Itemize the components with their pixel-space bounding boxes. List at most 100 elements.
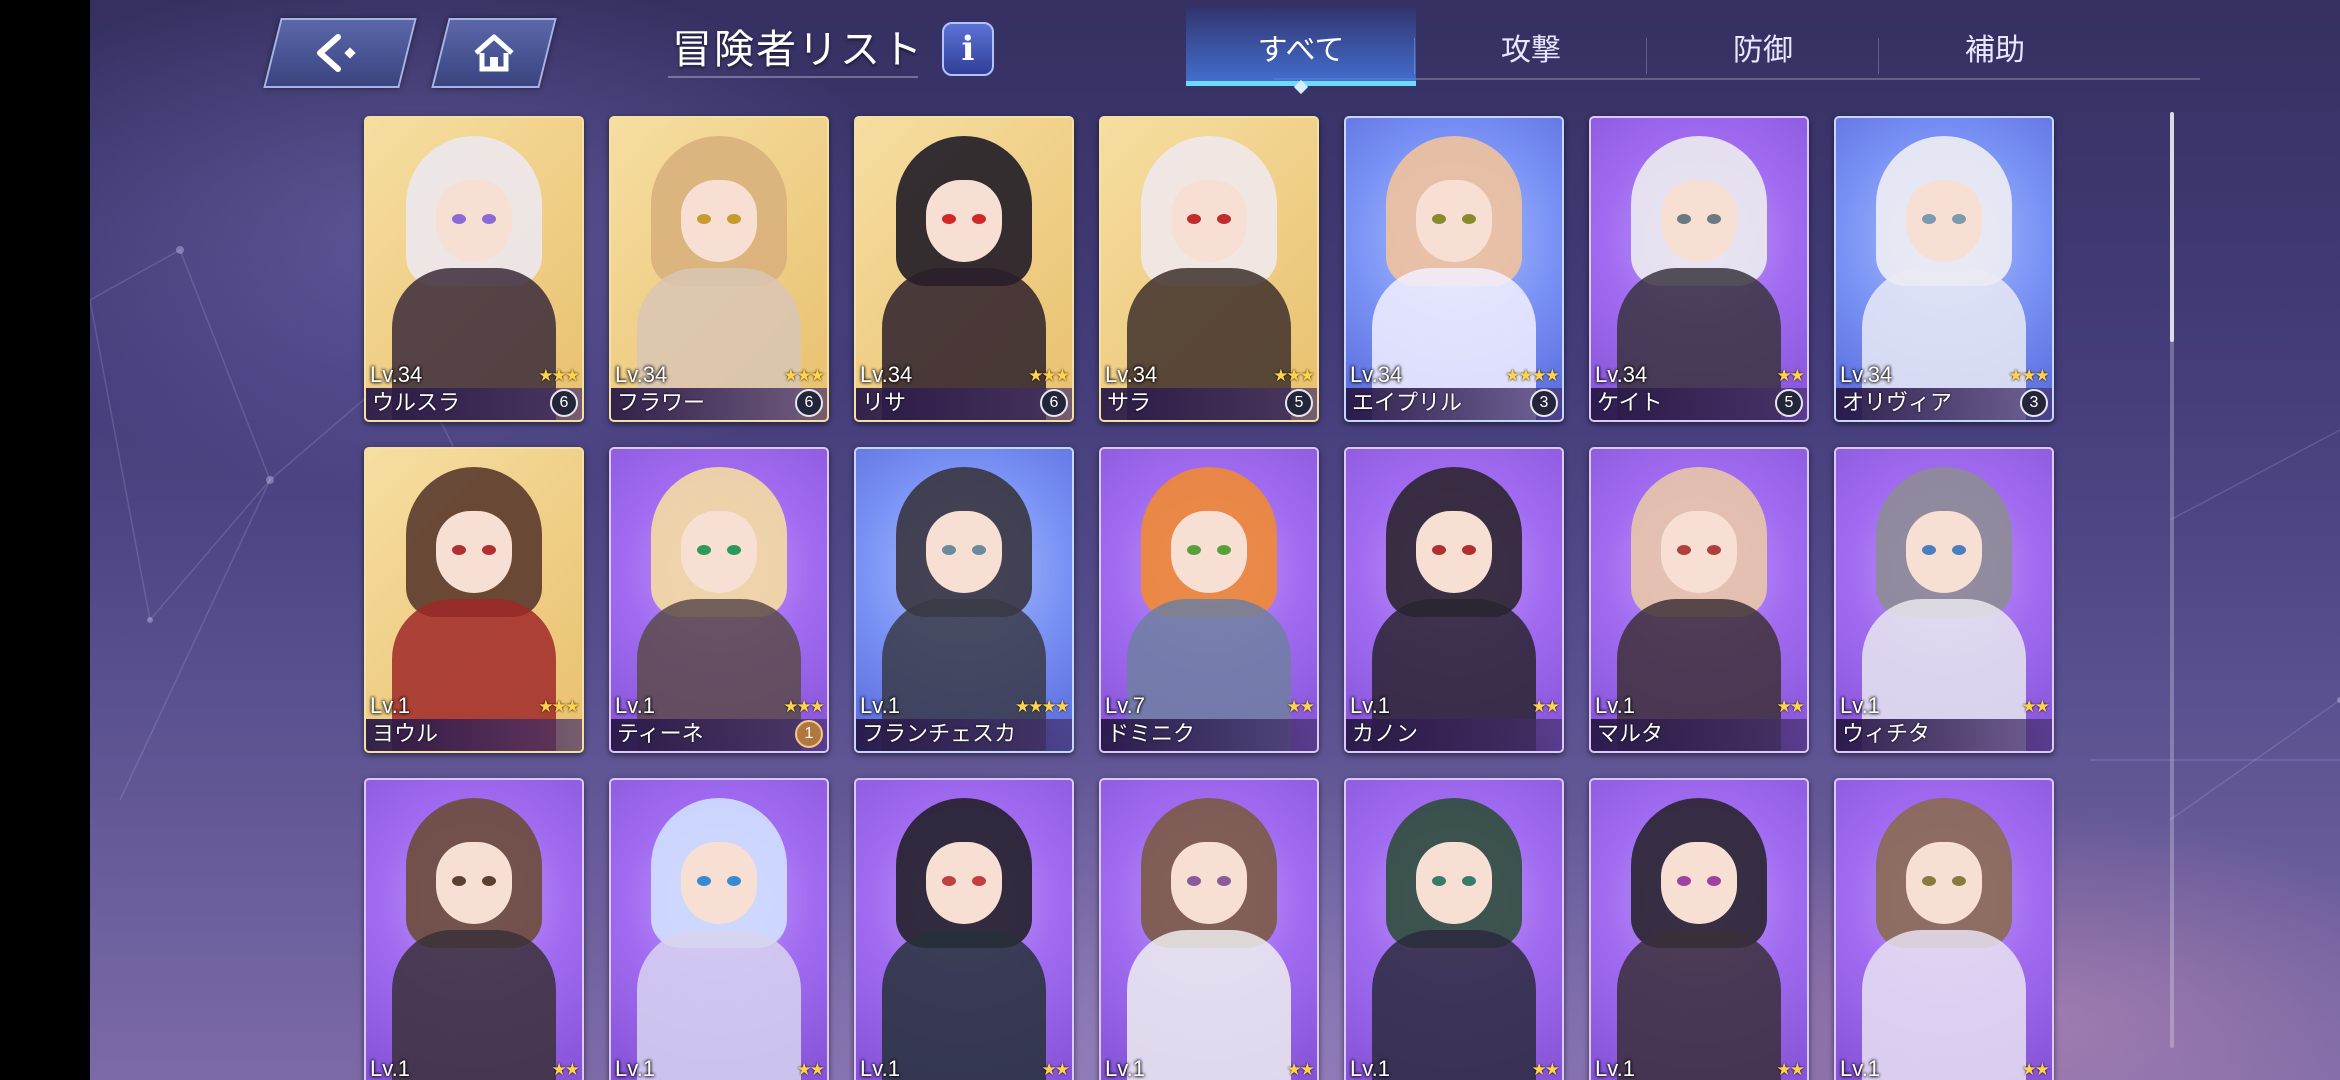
character-eye [452, 214, 466, 224]
adventurer-name: ドミニク [1107, 722, 1196, 747]
game-screen: 冒険者リスト i すべて 攻撃 防御 補助 ウルスラ 6 Lv.34 ★★★ フラワー 6… [90, 0, 2340, 1080]
character-eye [1217, 214, 1231, 224]
level-label: Lv.1 [370, 1056, 410, 1080]
character-face [436, 511, 512, 593]
character-face [1171, 180, 1247, 262]
level-label: Lv.34 [1595, 362, 1648, 387]
character-face [681, 511, 757, 593]
adventurer-card[interactable]: ウィチタ Lv.1 ★★ [1834, 447, 2054, 753]
character-eye [1952, 876, 1966, 886]
rank-badge: 6 [795, 389, 823, 417]
level-label: Lv.34 [370, 362, 423, 387]
level-label: Lv.1 [1840, 1056, 1880, 1080]
adventurer-card[interactable]: Lv.1 ★★ [1099, 778, 1319, 1080]
adventurer-name: ウルスラ [372, 391, 461, 416]
tab-all-label: すべて [1257, 33, 1345, 68]
home-button[interactable] [431, 18, 557, 88]
character-eye [1187, 545, 1201, 555]
adventurer-card[interactable]: ドミニク Lv.7 ★★ [1099, 447, 1319, 753]
rank-badge: 1 [795, 720, 823, 748]
adventurer-card[interactable]: マルタ Lv.1 ★★ [1589, 447, 1809, 753]
star-rating: ★★ [1286, 1060, 1316, 1080]
level-label: Lv.34 [1105, 362, 1158, 387]
tab-separator [1878, 38, 1879, 74]
adventurer-card[interactable]: フラワー 6 Lv.34 ★★★ [609, 116, 829, 422]
adventurer-name: ティーネ [617, 722, 704, 747]
star-rating: ★★ [1531, 697, 1561, 717]
star-rating: ★★ [1776, 1060, 1806, 1080]
tab-attack[interactable]: 攻撃 [1416, 8, 1646, 82]
tab-defense[interactable]: 防御 [1648, 8, 1878, 82]
tab-separator [1414, 38, 1415, 74]
adventurer-card[interactable]: エイプリル 3 Lv.34 ★★★★ [1344, 116, 1564, 422]
adventurer-card[interactable]: Lv.1 ★★ [609, 778, 829, 1080]
adventurer-card[interactable]: ヨウル Lv.1 ★★★ [364, 447, 584, 753]
character-eye [972, 214, 986, 224]
character-eye [972, 545, 986, 555]
character-face [1661, 180, 1737, 262]
level-label: Lv.7 [1105, 693, 1145, 718]
character-eye [727, 545, 741, 555]
adventurer-card[interactable]: サラ 5 Lv.34 ★★★ [1099, 116, 1319, 422]
adventurer-name: カノン [1352, 722, 1419, 747]
character-eye [1952, 214, 1966, 224]
adventurer-name: オリヴィア [1842, 391, 1953, 416]
adventurer-name: ケイト [1597, 391, 1663, 416]
character-eye [1462, 545, 1476, 555]
character-eye [1707, 214, 1721, 224]
character-outfit [1127, 930, 1291, 1080]
adventurer-card[interactable]: Lv.1 ★★ [854, 778, 1074, 1080]
star-rating: ★★ [1776, 697, 1806, 717]
tab-all[interactable]: すべて [1186, 8, 1416, 95]
star-rating: ★★ [1041, 1060, 1071, 1080]
character-eye [942, 876, 956, 886]
adventurer-card[interactable]: オリヴィア 3 Lv.34 ★★★ [1834, 116, 2054, 422]
star-rating: ★★ [551, 1060, 581, 1080]
adventurer-card[interactable]: フランチェスカ Lv.1 ★★★★ [854, 447, 1074, 753]
tab-defense-label: 防御 [1733, 33, 1793, 68]
star-rating: ★★★★ [1015, 697, 1070, 717]
character-eye [452, 876, 466, 886]
back-button[interactable] [263, 18, 417, 88]
tab-support[interactable]: 補助 [1880, 8, 2110, 82]
character-eye [1922, 545, 1936, 555]
adventurer-card[interactable]: Lv.1 ★★ [1834, 778, 2054, 1080]
character-face [1906, 511, 1982, 593]
character-face [1906, 842, 1982, 924]
adventurer-card[interactable]: ウルスラ 6 Lv.34 ★★★ [364, 116, 584, 422]
character-eye [1677, 545, 1691, 555]
character-eye [1432, 214, 1446, 224]
character-eye [482, 876, 496, 886]
character-eye [1187, 876, 1201, 886]
level-label: Lv.34 [860, 362, 913, 387]
level-label: Lv.1 [1595, 1056, 1635, 1080]
adventurer-card[interactable]: カノン Lv.1 ★★ [1344, 447, 1564, 753]
level-label: Lv.1 [1350, 693, 1390, 718]
adventurer-card[interactable]: Lv.1 ★★ [1589, 778, 1809, 1080]
character-face [1171, 511, 1247, 593]
character-face [1171, 842, 1247, 924]
adventurer-card[interactable]: リサ 6 Lv.34 ★★★ [854, 116, 1074, 422]
scrollbar-thumb[interactable] [2170, 112, 2174, 342]
adventurer-name: フランチェスカ [862, 722, 1017, 747]
star-rating: ★★ [1286, 697, 1316, 717]
rank-badge: 3 [1530, 389, 1558, 417]
star-rating: ★★★ [1273, 366, 1315, 386]
adventurer-name: マルタ [1597, 722, 1664, 747]
character-outfit [1372, 930, 1536, 1080]
character-eye [1432, 876, 1446, 886]
rank-badge: 3 [2020, 389, 2048, 417]
adventurer-card[interactable]: ティーネ 1 Lv.1 ★★★ [609, 447, 829, 753]
adventurer-card[interactable]: Lv.1 ★★ [364, 778, 584, 1080]
character-eye [1462, 214, 1476, 224]
level-label: Lv.1 [370, 693, 410, 718]
adventurer-card[interactable]: ケイト 5 Lv.34 ★★ [1589, 116, 1809, 422]
character-eye [1462, 876, 1476, 886]
character-face [1416, 511, 1492, 593]
info-button[interactable]: i [942, 22, 994, 76]
character-eye [1217, 876, 1231, 886]
adventurer-name: ヨウル [372, 722, 439, 747]
back-arrow-icon [317, 34, 356, 72]
rank-badge: 6 [550, 389, 578, 417]
adventurer-card[interactable]: Lv.1 ★★ [1344, 778, 1564, 1080]
